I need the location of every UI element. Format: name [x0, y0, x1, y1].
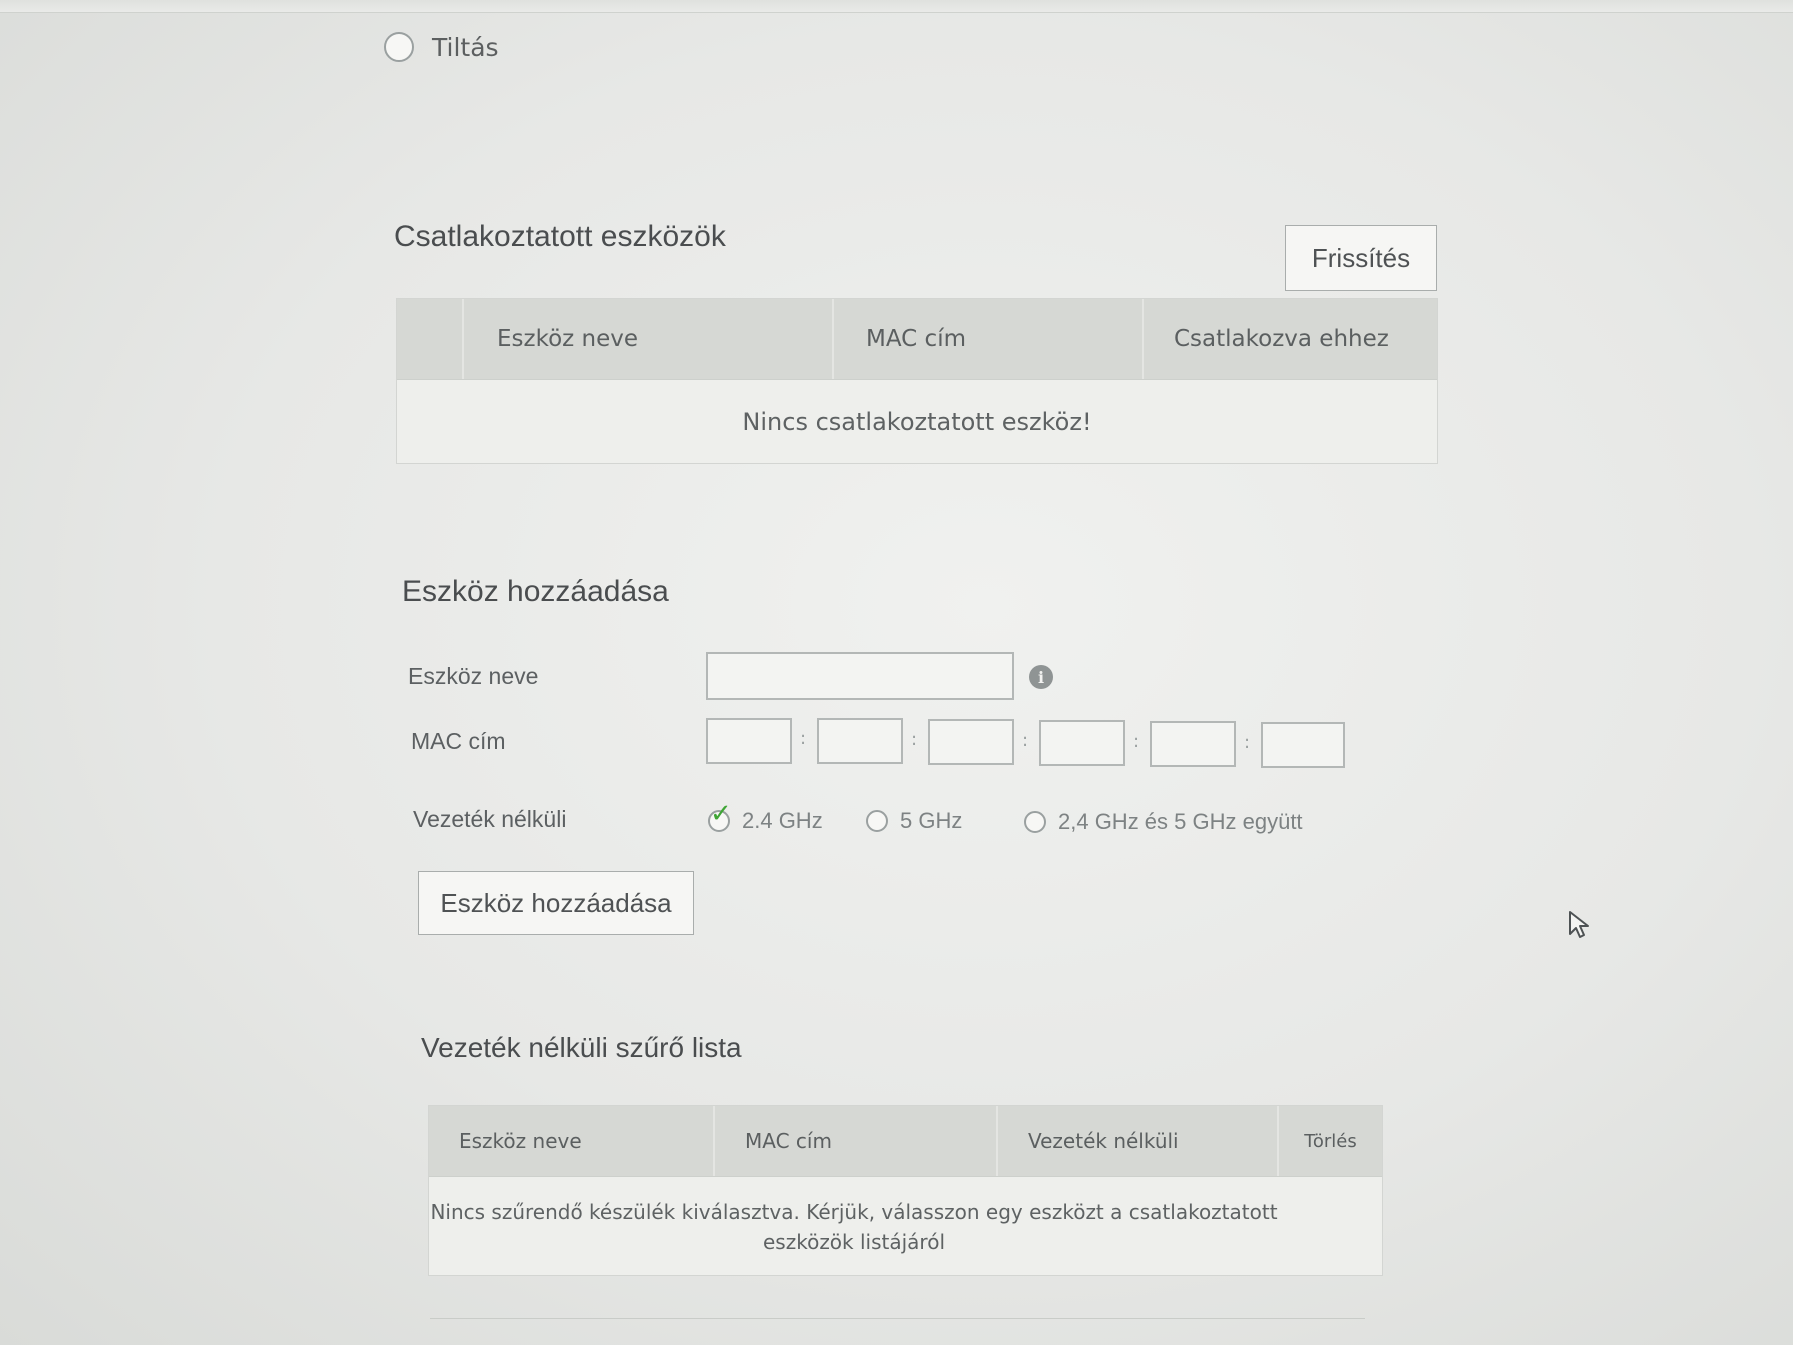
- freq-24ghz-label: 2.4 GHz: [742, 808, 823, 833]
- mac-octet-6-input[interactable]: [1261, 722, 1345, 768]
- freq-option-24ghz[interactable]: ✓ 2.4 GHz: [708, 800, 823, 834]
- mac-separator: :: [1244, 732, 1251, 753]
- freq-5ghz-radio[interactable]: [866, 810, 888, 832]
- filter-list-title: Vezeték nélküli szűrő lista: [421, 1032, 742, 1063]
- mac-octet-2-input[interactable]: [817, 718, 903, 764]
- refresh-button[interactable]: Frissítés: [1285, 225, 1437, 291]
- mac-separator: :: [911, 729, 918, 750]
- select-column-header: [397, 299, 464, 379]
- freq-option-both[interactable]: 2,4 GHz és 5 GHz együtt: [1024, 809, 1303, 835]
- connected-devices-title: Csatlakoztatott eszközök: [394, 220, 726, 253]
- check-icon: ✓: [710, 798, 732, 828]
- mac-label: MAC cím: [411, 728, 506, 754]
- column-header-mac: MAC cím: [834, 299, 1144, 379]
- mac-separator: :: [1022, 730, 1029, 751]
- mac-octet-1-input[interactable]: [706, 718, 792, 764]
- filter-column-header-wireless: Vezeték nélküli: [998, 1106, 1279, 1176]
- mac-octet-3-input[interactable]: [928, 719, 1014, 765]
- freq-24ghz-radio-checked[interactable]: ✓: [708, 800, 732, 832]
- filter-column-header-mac: MAC cím: [715, 1106, 998, 1176]
- device-name-label: Eszköz neve: [408, 663, 539, 689]
- freq-both-radio[interactable]: [1024, 811, 1046, 833]
- disable-label: Tiltás: [432, 32, 499, 62]
- disable-option[interactable]: Tiltás: [384, 32, 499, 62]
- freq-option-5ghz[interactable]: 5 GHz: [866, 808, 962, 834]
- filter-list-table: Eszköz neve MAC cím Vezeték nélküli Törl…: [428, 1105, 1383, 1276]
- filter-column-header-delete: Törlés: [1304, 1130, 1357, 1152]
- bottom-divider: [430, 1318, 1365, 1319]
- filter-list-empty-message-line2: eszközök listájáról: [762, 1229, 946, 1254]
- add-device-button[interactable]: Eszköz hozzáadása: [418, 871, 694, 935]
- info-icon[interactable]: i: [1029, 665, 1053, 689]
- mac-separator: :: [1133, 731, 1140, 752]
- connected-devices-empty-row: Nincs csatlakoztatott eszköz!: [397, 380, 1437, 464]
- mac-octet-5-input[interactable]: [1150, 721, 1236, 767]
- connected-devices-header: Eszköz neve MAC cím Csatlakozva ehhez: [397, 299, 1437, 380]
- filter-list-header: Eszköz neve MAC cím Vezeték nélküli Törl…: [429, 1106, 1382, 1177]
- freq-both-label: 2,4 GHz és 5 GHz együtt: [1058, 809, 1303, 834]
- top-panel-edge: [0, 0, 1793, 13]
- disable-radio[interactable]: [384, 32, 414, 62]
- mac-octet-4-input[interactable]: [1039, 720, 1125, 766]
- connected-devices-table: Eszköz neve MAC cím Csatlakozva ehhez Ni…: [396, 298, 1438, 464]
- device-name-input[interactable]: [706, 652, 1014, 700]
- filter-column-header-device-name: Eszköz neve: [429, 1106, 715, 1176]
- filter-list-empty-message-line1: Nincs szűrendő készülék kiválasztva. Kér…: [430, 1199, 1278, 1224]
- mouse-cursor-icon: [1569, 911, 1589, 938]
- filter-list-empty-row: Nincs szűrendő készülék kiválasztva. Kér…: [429, 1177, 1279, 1276]
- add-device-title: Eszköz hozzáadása: [402, 575, 669, 608]
- connected-devices-empty-message: Nincs csatlakoztatott eszköz!: [742, 408, 1092, 436]
- mac-separator: :: [800, 728, 807, 749]
- column-header-connected-to: Csatlakozva ehhez: [1174, 326, 1389, 352]
- wireless-label: Vezeték nélküli: [413, 806, 567, 832]
- column-header-device-name: Eszköz neve: [464, 299, 834, 379]
- freq-5ghz-label: 5 GHz: [900, 808, 963, 833]
